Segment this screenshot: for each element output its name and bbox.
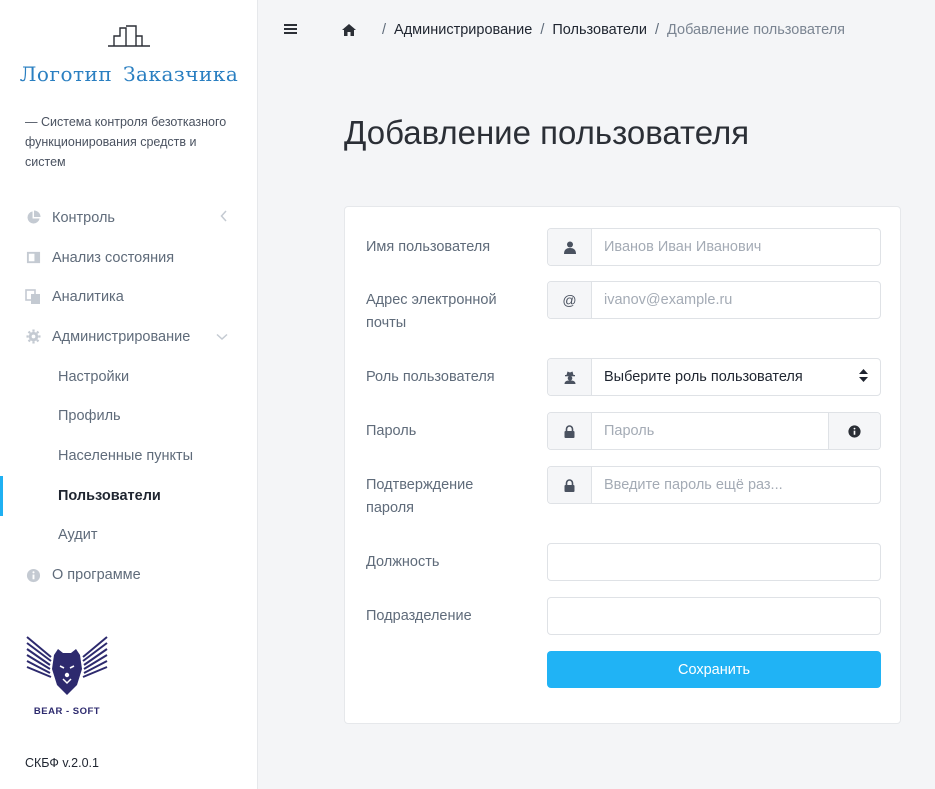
sidebar-item-label: О программе [52,567,141,584]
sidebar: Логотип Заказчика — Система контроля без… [0,0,258,789]
sidebar-item-audit[interactable]: Аудит [0,516,258,556]
sidebar-nav: Контроль Анализ состояния Аналитика Адми… [0,198,258,595]
sidebar-item-label: Администрирование [52,328,191,345]
password-input-group [547,412,881,450]
lock-icon [548,467,592,503]
department-label: Подразделение [366,608,472,624]
department-field-wrap [547,597,881,635]
chevron-down-icon [216,329,228,345]
breadcrumb-current: Добавление пользователя [667,22,846,38]
user-secret-icon [548,359,592,395]
at-sign-icon: @ [548,282,592,318]
app-version: СКБФ v.2.0.1 [25,756,99,770]
sidebar-item-label: Анализ состояния [52,249,175,266]
sidebar-item-label: Контроль [52,209,115,226]
breadcrumb-administration[interactable]: Администрирование [394,22,532,38]
sidebar-item-label: Пользователи [58,487,161,504]
sidebar-item-localities[interactable]: Населенные пункты [0,436,258,476]
username-label: Имя пользователя [366,239,491,255]
system-tagline: — Система контроля безотказного функцион… [25,115,227,169]
username-input-group [547,228,881,266]
panel-icon [25,250,41,266]
pie-chart-icon [25,210,41,226]
add-user-form: Имя пользователя Адрес электронной почты… [344,206,901,724]
email-label: Адрес электронной почты [366,292,497,331]
password-confirm-input[interactable] [592,467,880,503]
sidebar-item-state-analysis[interactable]: Анализ состояния [0,238,258,278]
info-icon[interactable] [828,413,880,449]
page-title: Добавление пользователя [344,114,750,151]
bear-logo-icon [26,636,108,695]
role-label: Роль пользователя [366,369,495,385]
customer-logo[interactable]: Логотип Заказчика [0,22,258,86]
password-confirm-label: Подтверждение пароля [366,477,474,516]
position-label: Должность [366,554,440,570]
role-select[interactable]: Выберите роль пользователя [592,359,880,395]
sort-arrows-icon [859,368,868,386]
chevron-left-icon [220,210,228,226]
copy-icon [25,289,41,305]
position-input[interactable] [548,544,880,580]
sidebar-item-control[interactable]: Контроль [0,198,258,238]
building-logo-icon [108,25,150,47]
brand-text: BEAR - SOFT [33,706,101,717]
sidebar-item-label: Аудит [58,527,98,544]
save-button[interactable]: Сохранить [547,651,881,688]
sidebar-item-about[interactable]: О программе [0,555,258,595]
department-input[interactable] [548,598,880,634]
hamburger-menu-icon[interactable] [284,22,300,38]
breadcrumb-separator: / [540,22,545,38]
topbar: / Администрирование / Пользователи / Доб… [258,0,935,62]
position-field-wrap [547,543,881,581]
sidebar-item-settings[interactable]: Настройки [0,357,258,397]
password-input[interactable] [592,413,828,449]
role-selected-value: Выберите роль пользователя [604,369,803,385]
sidebar-item-label: Профиль [58,408,121,425]
password-label: Пароль [366,423,417,439]
role-select-group: Выберите роль пользователя [547,358,881,396]
sidebar-item-label: Настройки [58,368,130,385]
sidebar-item-label: Аналитика [52,289,124,306]
email-input-group: @ [547,281,881,319]
password-confirm-input-group [547,466,881,504]
username-input[interactable] [592,229,880,265]
sidebar-item-users[interactable]: Пользователи [0,475,258,516]
bear-soft-logo: BEAR - SOFT [25,633,109,717]
user-icon [548,229,592,265]
gear-icon [25,329,41,345]
info-icon [25,567,41,583]
breadcrumb: / Администрирование / Пользователи / Доб… [342,22,845,38]
sidebar-item-label: Населенные пункты [58,447,194,464]
sidebar-item-analytics[interactable]: Аналитика [0,277,258,317]
sidebar-item-profile[interactable]: Профиль [0,396,258,436]
breadcrumb-separator: / [654,22,660,38]
logo-text: Логотип Заказчика [19,62,239,86]
lock-icon [548,413,592,449]
breadcrumb-separator: / [382,22,387,38]
sidebar-item-administration[interactable]: Администрирование [0,317,258,357]
breadcrumb-users[interactable]: Пользователи [552,22,647,38]
email-input[interactable] [592,282,880,318]
home-icon[interactable] [342,22,358,38]
